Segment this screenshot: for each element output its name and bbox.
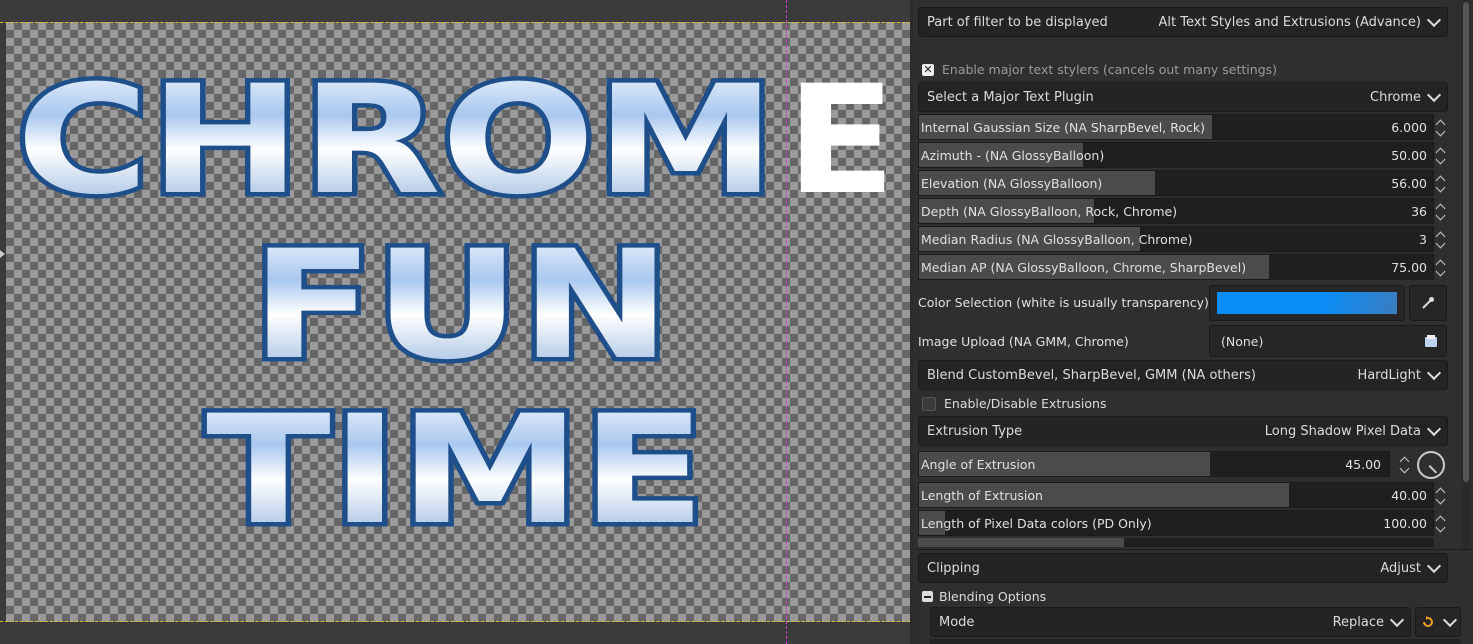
file-icon [1425,335,1437,347]
chrome-text-artwork: CHROM E FUN TIME [12,50,897,563]
extrusion-type-dropdown[interactable]: Extrusion Type Long Shadow Pixel Data [918,416,1448,446]
clipping-dropdown[interactable]: Clipping Adjust [918,553,1448,583]
slider-value: 56.00 [1391,176,1427,191]
spin-arrows[interactable] [1434,114,1448,140]
blend-dropdown[interactable]: Blend CustomBevel, SharpBevel, GMM (NA o… [918,360,1448,390]
angle-value: 45.00 [1345,457,1381,472]
pd-length-spin-arrows[interactable] [1434,510,1448,536]
checked-x-icon[interactable]: ✕ [922,63,934,76]
clipping-value: Adjust [1380,560,1421,576]
mode-label: Mode [939,614,975,630]
text-line-2: FUN [251,219,671,393]
reset-icon [1423,616,1433,627]
partially-hidden-slider[interactable] [918,538,1434,547]
image-upload-button[interactable]: (None) [1209,325,1447,357]
extrusion-type-value: Long Shadow Pixel Data [1264,423,1421,439]
text-line-3: TIME [206,384,706,558]
text-line-1: CHROM [16,54,776,228]
blend-label: Blend CustomBevel, SharpBevel, GMM (NA o… [927,367,1256,383]
slider-row[interactable]: Median AP (NA GlossyBalloon, Chrome, Sha… [918,254,1434,280]
blending-options-label: Blending Options [939,589,1047,604]
slider-row[interactable]: Depth (NA GlossyBalloon, Rock, Chrome) 36 [918,198,1434,224]
length-spin-arrows[interactable] [1434,482,1448,508]
eyedropper-icon [1422,297,1434,309]
angle-extrusion-slider[interactable]: Angle of Extrusion 45.00 [918,451,1390,477]
pd-length-value: 100.00 [1383,516,1427,531]
color-swatch [1217,292,1397,314]
image-canvas[interactable]: CHROM E FUN TIME [0,0,910,644]
length-value: 40.00 [1391,488,1427,503]
slider-value: 3 [1419,232,1427,247]
slider-value: 75.00 [1391,260,1427,275]
enable-extrusions-label: Enable/Disable Extrusions [944,396,1107,411]
major-plugin-label: Select a Major Text Plugin [927,89,1094,105]
slider-row[interactable]: Elevation (NA GlossyBalloon) 56.00 [918,170,1434,196]
scrollbar-thumb[interactable] [1463,2,1469,482]
slider-label: Elevation (NA GlossyBalloon) [921,176,1103,191]
text-line-1-end: E [786,54,896,228]
slider-value: 6.000 [1391,120,1427,135]
extrusion-type-label: Extrusion Type [927,423,1023,439]
clipping-label: Clipping [927,560,980,576]
slider-row[interactable]: Median Radius (NA GlossyBalloon, Chrome)… [918,226,1434,252]
slider-row[interactable]: Azimuth - (NA GlossyBalloon) 50.00 [918,142,1434,168]
filter-display-dropdown[interactable]: Part of filter to be displayed Alt Text … [918,7,1448,37]
spin-arrows[interactable] [1434,142,1448,168]
blending-options-expander[interactable]: Blending Options [922,589,1046,604]
filter-settings-panel: Part of filter to be displayed Alt Text … [913,0,1473,644]
length-label: Length of Extrusion [921,488,1043,503]
chevron-down-icon [1426,12,1442,28]
slider-label: Azimuth - (NA GlossyBalloon) [921,148,1105,163]
collapse-icon[interactable] [922,591,933,602]
pd-length-slider[interactable]: Length of Pixel Data colors (PD Only) 10… [918,510,1434,536]
next-row-partial [930,639,1461,644]
spin-arrows[interactable] [1434,254,1448,280]
image-upload-label: Image Upload (NA GMM, Chrome) [918,334,1129,349]
spin-arrows[interactable] [1434,170,1448,196]
slider-label: Internal Gaussian Size (NA SharpBevel, R… [921,120,1205,135]
divider [913,549,1473,550]
unchecked-box-icon[interactable] [922,396,936,411]
color-selection-button[interactable] [1209,285,1405,321]
chevron-down-icon [1426,87,1442,103]
mode-reset-button[interactable] [1415,607,1461,637]
slider-label: Depth (NA GlossyBalloon, Rock, Chrome) [921,204,1178,219]
slider-label: Median AP (NA GlossyBalloon, Chrome, Sha… [921,260,1247,275]
mode-dropdown[interactable]: Mode Replace [930,607,1411,637]
major-plugin-value: Chrome [1370,89,1421,105]
chevron-down-icon [1426,365,1442,381]
slider-value: 50.00 [1391,148,1427,163]
chevron-down-icon [1426,421,1442,437]
chevron-down-icon [1442,612,1458,628]
length-extrusion-slider[interactable]: Length of Extrusion 40.00 [918,482,1434,508]
filter-display-label: Part of filter to be displayed [927,14,1108,30]
angle-dial-needle [1428,465,1438,474]
blend-value: HardLight [1357,367,1421,383]
panel-scrollbar[interactable] [1462,0,1470,550]
slider-label: Median Radius (NA GlossyBalloon, Chrome) [921,232,1193,247]
major-plugin-dropdown[interactable]: Select a Major Text Plugin Chrome [918,82,1448,112]
angle-dial[interactable] [1417,451,1445,479]
color-selection-label: Color Selection (white is usually transp… [918,295,1209,310]
spin-arrows[interactable] [1434,198,1448,224]
enable-extrusions-checkbox-row[interactable]: Enable/Disable Extrusions [922,396,1106,411]
angle-spin-arrows[interactable] [1398,451,1412,477]
chevron-down-icon [1426,558,1442,574]
side-marker-icon [0,250,5,258]
slider-value: 36 [1411,204,1427,219]
spin-arrows[interactable] [1434,226,1448,252]
image-upload-value: (None) [1221,334,1264,349]
mode-value: Replace [1332,614,1384,630]
pd-length-label: Length of Pixel Data colors (PD Only) [921,516,1152,531]
angle-label: Angle of Extrusion [921,457,1036,472]
chevron-down-icon [1389,612,1405,628]
enable-stylers-checkbox-row[interactable]: ✕ Enable major text stylers (cancels out… [922,62,1277,77]
slider-row[interactable]: Internal Gaussian Size (NA SharpBevel, R… [918,114,1434,140]
enable-stylers-label: Enable major text stylers (cancels out m… [942,62,1278,77]
filter-display-value: Alt Text Styles and Extrusions (Advance) [1158,14,1421,30]
color-picker-button[interactable] [1409,285,1447,321]
